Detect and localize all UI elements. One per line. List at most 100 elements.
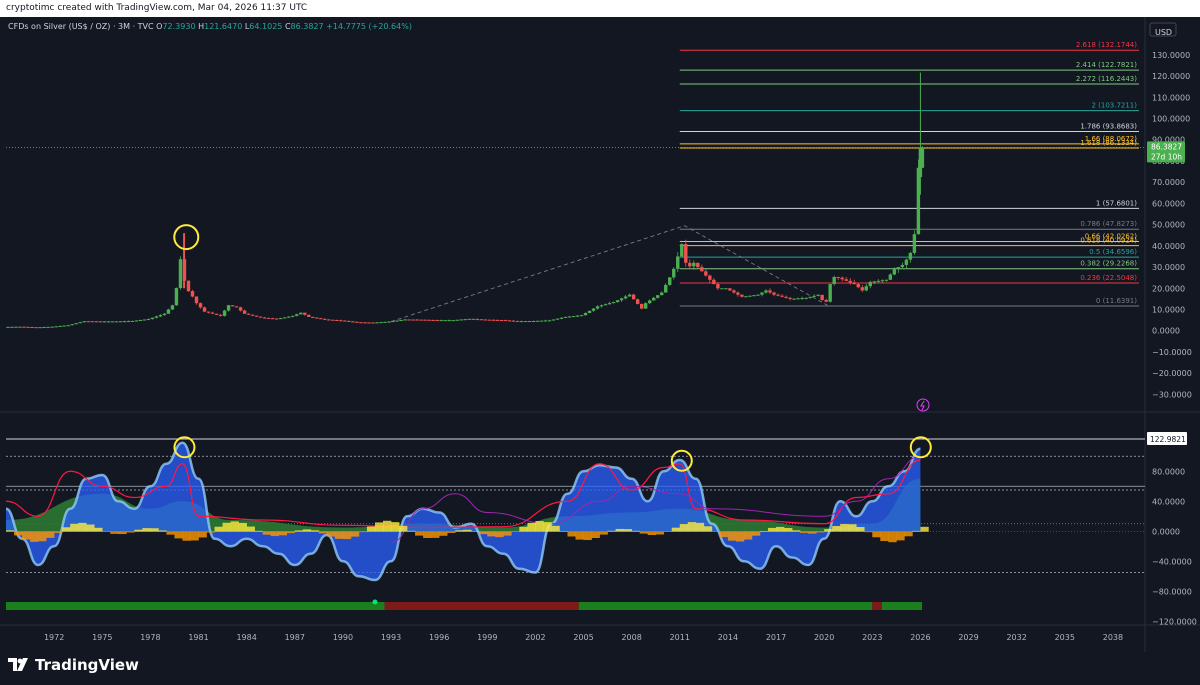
price-candle <box>270 318 275 320</box>
price-axis-tick-label: 20.0000 <box>1152 284 1185 293</box>
osc-value-label: 122.9821 <box>1150 435 1186 444</box>
price-candle <box>443 320 447 322</box>
price-axis-tick-label: −10.0000 <box>1152 348 1192 357</box>
osc-histogram-bar <box>880 531 889 542</box>
chart-canvas[interactable]: USD130.0000120.0000110.0000100.000090.00… <box>0 17 1200 652</box>
price-candle <box>684 244 688 263</box>
osc-histogram-bar <box>166 531 175 535</box>
price-candle <box>367 322 371 324</box>
time-axis-tick-label: 2029 <box>958 633 978 642</box>
osc-histogram-bar <box>126 531 135 533</box>
osc-histogram-bar <box>318 531 328 534</box>
fib-level-label: 0.618 (40.0924) <box>1080 237 1137 245</box>
price-candle <box>499 320 504 322</box>
price-candle <box>355 321 359 323</box>
osc-histogram-bar <box>118 531 127 535</box>
price-candle <box>26 326 30 328</box>
price-candle <box>254 315 259 317</box>
osc-state-band <box>6 602 385 610</box>
price-candle <box>672 268 676 278</box>
fib-level-label: 1.786 (93.8683) <box>1080 123 1137 131</box>
price-candle <box>459 319 463 321</box>
price-candle <box>331 319 335 321</box>
price-candle <box>266 317 271 319</box>
price-candle <box>840 277 844 280</box>
price-candle <box>599 305 604 307</box>
osc-histogram-bar <box>6 530 15 532</box>
fib-level-label: 0.236 (22.5048) <box>1080 274 1137 282</box>
price-candle <box>639 303 644 309</box>
price-axis-tick-label: 30.0000 <box>1152 263 1185 272</box>
price-candle <box>311 316 315 318</box>
price-candle <box>660 292 664 296</box>
price-axis-tick-label: 120.0000 <box>1152 72 1190 81</box>
osc-histogram-bar <box>30 531 39 542</box>
osc-histogram-bar <box>759 530 769 532</box>
osc-histogram-bar <box>46 531 55 538</box>
time-axis-tick-label: 1993 <box>381 633 401 642</box>
price-candle <box>475 319 479 321</box>
price-candle <box>888 274 893 280</box>
osc-histogram-bar <box>711 531 721 532</box>
price-candle <box>455 319 459 321</box>
osc-histogram-bar <box>543 522 552 532</box>
price-candle <box>527 321 532 323</box>
flash-icon-bolt <box>920 400 925 411</box>
price-axis-tick-label: 130.0000 <box>1152 51 1190 60</box>
osc-histogram-bar <box>230 521 239 532</box>
price-candle <box>291 315 295 317</box>
osc-histogram-bar <box>14 531 23 536</box>
price-candle <box>391 321 395 323</box>
osc-histogram-bar <box>495 531 504 538</box>
fib-level-label: 0.786 (47.8273) <box>1080 220 1137 228</box>
price-candle <box>583 313 588 316</box>
price-candle <box>62 325 66 327</box>
tradingview-logo[interactable]: TradingView <box>8 656 139 674</box>
osc-histogram-bar <box>623 529 632 532</box>
price-candle <box>495 319 499 321</box>
osc-histogram-bar <box>735 531 745 542</box>
osc-state-band <box>578 602 873 610</box>
price-candle <box>335 320 339 322</box>
price-candle <box>339 320 343 322</box>
price-candle <box>708 275 712 280</box>
price-candle <box>463 319 467 321</box>
price-candle <box>166 309 171 314</box>
price-candle <box>780 295 784 297</box>
osc-state-band <box>384 602 579 610</box>
osc-histogram-bar <box>374 522 384 532</box>
price-candle <box>864 286 868 291</box>
price-candle <box>383 321 387 323</box>
fib-level-label: 2.618 (132.1744) <box>1076 41 1137 49</box>
osc-histogram-bar <box>503 531 512 536</box>
price-candle <box>74 323 78 325</box>
osc-wave-area <box>6 442 921 580</box>
price-candle <box>832 276 836 285</box>
price-candle <box>58 325 62 327</box>
time-axis-tick-label: 2023 <box>862 633 882 642</box>
price-candle <box>503 320 508 322</box>
price-axis-tick-label: 110.0000 <box>1152 93 1190 102</box>
osc-histogram-bar <box>238 522 247 532</box>
price-candle <box>515 320 520 322</box>
price-candle <box>652 297 656 301</box>
price-candle <box>98 321 102 323</box>
time-axis-tick-label: 1978 <box>140 633 160 642</box>
time-axis-tick-label: 1981 <box>188 633 208 642</box>
price-candle <box>692 262 696 267</box>
price-candle <box>415 319 419 321</box>
price-candle <box>78 322 82 324</box>
osc-histogram-bar <box>912 530 921 532</box>
osc-histogram-bar <box>663 531 673 532</box>
price-candle <box>748 295 752 297</box>
price-candle <box>431 319 435 321</box>
osc-histogram-bar <box>78 522 87 532</box>
price-candle <box>34 327 38 329</box>
osc-histogram-bar <box>150 528 159 532</box>
price-candle <box>591 308 596 311</box>
osc-histogram-bar <box>896 531 905 541</box>
price-candle <box>543 320 548 322</box>
osc-histogram-bar <box>808 531 817 534</box>
price-candle <box>860 287 864 291</box>
time-axis-tick-label: 2020 <box>814 633 834 642</box>
